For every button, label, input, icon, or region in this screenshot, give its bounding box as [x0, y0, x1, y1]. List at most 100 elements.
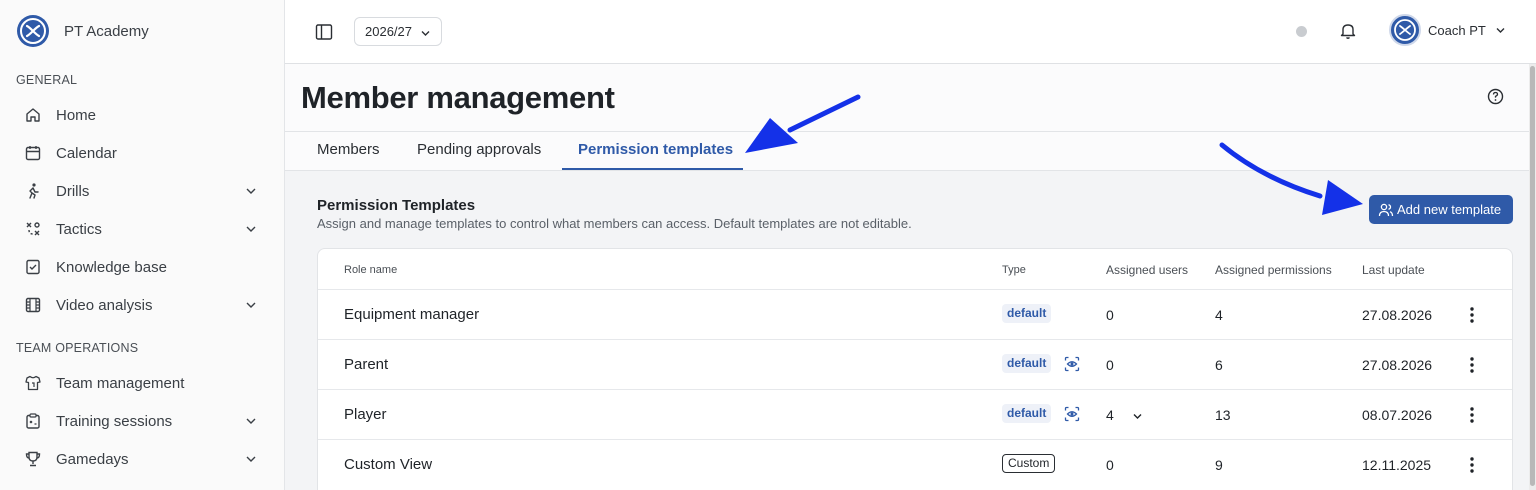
role-name: Parent: [344, 356, 389, 373]
tab-permission-templates[interactable]: Permission templates: [578, 141, 733, 158]
sidebar-item-label: Team management: [56, 374, 185, 392]
avatar: [1389, 14, 1421, 46]
page-header: Member management Members Pending approv…: [285, 64, 1529, 171]
users-add-icon: [1378, 203, 1394, 217]
main-content: Member management Members Pending approv…: [285, 64, 1529, 490]
assigned-users: 0: [1106, 357, 1114, 373]
chevron-down-icon: [246, 456, 256, 462]
home-icon: [16, 106, 56, 124]
row-actions-button[interactable]: [1464, 404, 1480, 426]
sidebar-item-home[interactable]: Home: [16, 98, 271, 132]
sidebar-item-video-analysis[interactable]: Video analysis: [16, 288, 271, 322]
status-indicator: [1296, 26, 1307, 37]
sidebar-item-team-management[interactable]: Team management: [16, 366, 271, 400]
eye-scan-icon: [1064, 406, 1080, 422]
sidebar-item-label: Gamedays: [56, 450, 129, 468]
sidebar-toggle-icon: [315, 24, 333, 40]
chevron-down-icon: [246, 302, 256, 308]
sidebar-item-label: Drills: [56, 182, 90, 200]
section-label-team-operations: TEAM OPERATIONS: [16, 341, 139, 355]
table-row[interactable]: Player default 4 13 08.07.2026: [318, 389, 1512, 439]
assigned-permissions: 4: [1215, 307, 1223, 323]
jersey-icon: [16, 374, 56, 392]
scrollbar-thumb[interactable]: [1530, 66, 1535, 486]
tabs-divider: [285, 131, 1529, 132]
more-vertical-icon: [1470, 357, 1474, 373]
tab-pending-approvals[interactable]: Pending approvals: [417, 141, 541, 158]
chevron-down-icon: [1496, 27, 1505, 33]
brand-logo-icon: [17, 15, 49, 47]
chevron-down-icon: [246, 226, 256, 232]
help-button[interactable]: [1487, 88, 1504, 110]
sidebar: PT Academy GENERAL Home Calendar Drills …: [0, 0, 285, 490]
table-row[interactable]: Parent default 0 6 27.08.2026: [318, 339, 1512, 389]
section-label-general: GENERAL: [16, 73, 78, 87]
help-icon: [1487, 88, 1504, 105]
sidebar-item-tactics[interactable]: Tactics: [16, 212, 271, 246]
trophy-icon: [16, 450, 56, 468]
sidebar-item-drills[interactable]: Drills: [16, 174, 271, 208]
type-badge: default: [1002, 304, 1052, 323]
user-menu[interactable]: Coach PT: [1389, 14, 1506, 46]
role-name: Equipment manager: [344, 306, 480, 323]
user-name: Coach PT: [1428, 22, 1486, 38]
sidebar-item-knowledge-base[interactable]: Knowledge base: [16, 250, 271, 284]
more-vertical-icon: [1470, 307, 1474, 323]
type-badge: default: [1002, 354, 1052, 373]
view-permissions-button[interactable]: [1064, 406, 1080, 427]
row-actions-button[interactable]: [1464, 454, 1480, 476]
table-row[interactable]: Custom View Custom 0 9 12.11.2025: [318, 439, 1512, 489]
type-badge: default: [1002, 404, 1052, 423]
clipboard-icon: [16, 412, 56, 430]
assigned-users: 4: [1106, 407, 1114, 423]
chevron-down-icon[interactable]: [1132, 411, 1143, 422]
film-icon: [16, 296, 56, 314]
scrollbar[interactable]: [1529, 64, 1536, 490]
bell-icon: [1340, 24, 1356, 39]
chevron-down-icon: [246, 188, 256, 194]
more-vertical-icon: [1470, 407, 1474, 423]
runner-icon: [16, 182, 56, 200]
chevron-down-icon: [421, 31, 430, 36]
sidebar-toggle-button[interactable]: [314, 22, 334, 42]
column-header-updated: Last update: [1362, 263, 1425, 277]
add-new-template-button[interactable]: Add new template: [1369, 195, 1513, 224]
row-actions-button[interactable]: [1464, 304, 1480, 326]
season-value: 2026/27: [365, 24, 412, 39]
active-tab-indicator: [562, 168, 743, 170]
tab-members[interactable]: Members: [317, 141, 380, 158]
templates-table: Role name Type Assigned users Assigned p…: [317, 248, 1513, 490]
type-badge: Custom: [1002, 454, 1056, 473]
page-title: Member management: [301, 80, 615, 115]
last-update: 27.08.2026: [1362, 307, 1433, 323]
table-row[interactable]: Equipment manager default 0 4 27.08.2026: [318, 289, 1512, 339]
last-update: 12.11.2025: [1362, 457, 1432, 473]
row-actions-button[interactable]: [1464, 354, 1480, 376]
notifications-button[interactable]: [1339, 21, 1357, 41]
calendar-icon: [16, 144, 56, 162]
brand-name: PT Academy: [64, 22, 149, 40]
tactics-icon: [16, 220, 56, 238]
sidebar-item-calendar[interactable]: Calendar: [16, 136, 271, 170]
section-title: Permission Templates: [317, 197, 476, 214]
assigned-permissions: 9: [1215, 457, 1223, 473]
assigned-permissions: 13: [1215, 407, 1231, 423]
sidebar-item-label: Video analysis: [56, 296, 153, 314]
column-header-users: Assigned users: [1106, 263, 1189, 277]
section-description: Assign and manage templates to control w…: [317, 216, 912, 231]
last-update: 08.07.2026: [1362, 407, 1433, 423]
sidebar-item-training-sessions[interactable]: Training sessions: [16, 404, 271, 438]
column-header-role: Role name: [344, 264, 398, 276]
sidebar-item-gamedays[interactable]: Gamedays: [16, 442, 271, 476]
brand[interactable]: PT Academy: [17, 15, 149, 47]
view-permissions-button[interactable]: [1064, 356, 1080, 377]
top-bar: 2026/27 Coach PT: [285, 0, 1536, 64]
season-select[interactable]: 2026/27: [354, 17, 442, 46]
column-header-permissions: Assigned permissions: [1215, 263, 1332, 277]
add-new-template-label: Add new template: [1397, 202, 1502, 217]
sidebar-item-label: Knowledge base: [56, 258, 167, 276]
more-vertical-icon: [1470, 457, 1474, 473]
column-header-type: Type: [1002, 264, 1026, 276]
sidebar-item-label: Training sessions: [56, 412, 173, 430]
assigned-permissions: 6: [1215, 357, 1223, 373]
